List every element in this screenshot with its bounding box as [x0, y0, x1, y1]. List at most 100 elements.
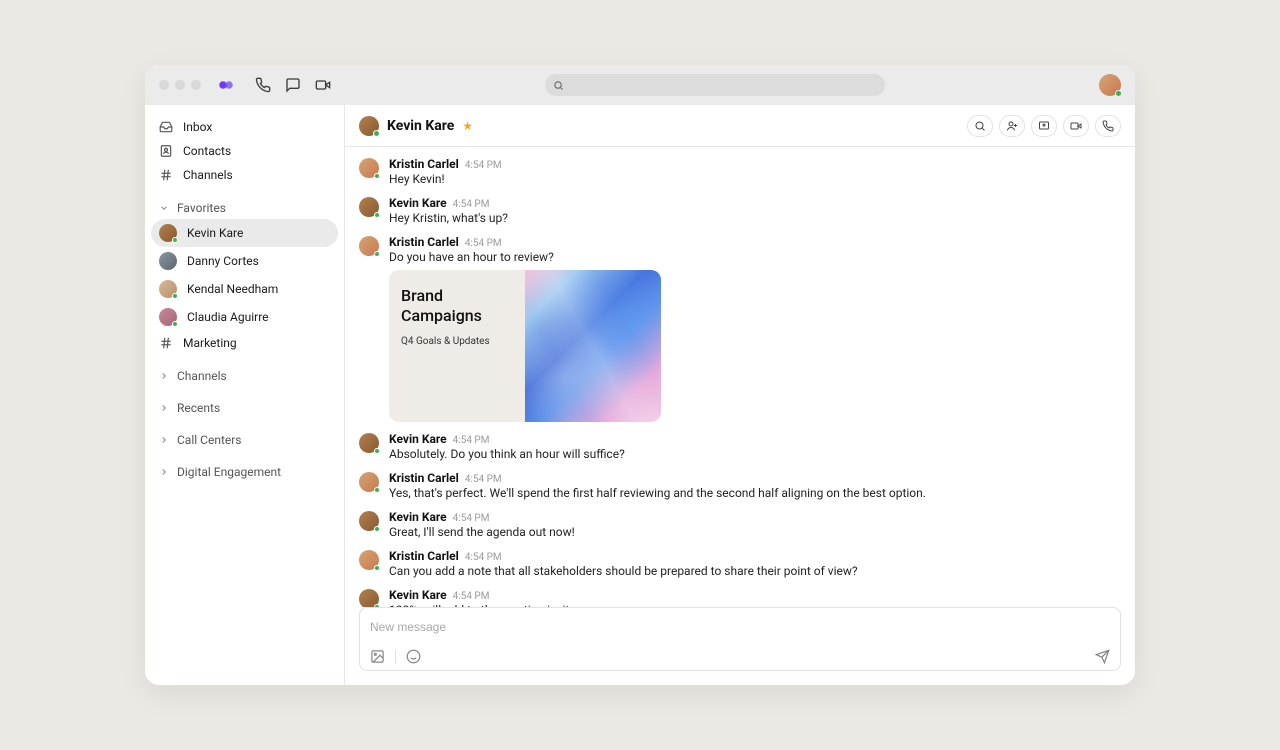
screen-share-button[interactable] [1031, 115, 1057, 137]
sidebar-nav-contacts[interactable]: Contacts [145, 139, 344, 163]
minimize-window[interactable] [175, 80, 185, 90]
message-time: 4:54 PM [465, 474, 502, 485]
voice-call-button[interactable] [1095, 115, 1121, 137]
phone-icon[interactable] [255, 77, 271, 93]
message-body: Kristin Carlel 4:54 PM Can you add a not… [389, 549, 1121, 578]
chevron-right-icon [159, 371, 169, 381]
message-list[interactable]: Kristin Carlel 4:54 PM Hey Kevin! Kevin … [345, 147, 1135, 607]
chat-header: Kevin Kare ★ [345, 105, 1135, 147]
message-header: Kevin Kare 4:54 PM [389, 196, 1121, 210]
avatar [359, 236, 379, 256]
sidebar-section[interactable]: Call Centers [145, 425, 344, 451]
message-author: Kristin Carlel [389, 471, 459, 485]
main-panel: Kevin Kare ★ Kristin Carlel 4:54 PM Hey … [345, 105, 1135, 685]
sidebar-section[interactable]: Digital Engagement [145, 457, 344, 483]
chat-header-actions [967, 115, 1121, 137]
presence-dot-icon [373, 130, 380, 137]
hash-icon [159, 336, 173, 350]
search-input[interactable] [545, 74, 885, 96]
message-time: 4:54 PM [465, 160, 502, 171]
video-call-button[interactable] [1063, 115, 1089, 137]
message-text: Can you add a note that all stakeholders… [389, 564, 1121, 578]
presence-dot-icon [374, 526, 380, 532]
chevron-right-icon [159, 403, 169, 413]
avatar [159, 224, 177, 242]
message-time: 4:54 PM [453, 199, 490, 210]
avatar [359, 550, 379, 570]
section-label: Channels [177, 369, 227, 383]
composer-input[interactable] [370, 620, 1110, 634]
message-body: Kristin Carlel 4:54 PM Yes, that's perfe… [389, 471, 1121, 500]
message: Kristin Carlel 4:54 PM Hey Kevin! [359, 157, 1121, 186]
card-content: Brand Campaigns Q4 Goals & Updates [389, 270, 525, 422]
presence-dot-icon [374, 212, 380, 218]
sidebar: Inbox Contacts Channels Favorites Kevin … [145, 105, 345, 685]
toolbar-icons [255, 77, 331, 93]
sidebar-section[interactable]: Recents [145, 393, 344, 419]
avatar [159, 280, 177, 298]
image-icon[interactable] [370, 649, 385, 664]
search-icon [553, 80, 564, 91]
sidebar-nav-label: Channels [183, 168, 233, 182]
message-text: Do you have an hour to review? [389, 250, 1121, 264]
message-body: Kevin Kare 4:54 PM 100%, will add to the… [389, 588, 1121, 607]
sidebar-nav-inbox[interactable]: Inbox [145, 115, 344, 139]
card-title: Brand Campaigns [401, 286, 513, 326]
message-header: Kristin Carlel 4:54 PM [389, 235, 1121, 249]
avatar [359, 433, 379, 453]
sidebar-section[interactable]: Channels [145, 361, 344, 387]
presence-dot-icon [172, 237, 178, 243]
star-icon[interactable]: ★ [462, 119, 473, 133]
close-window[interactable] [159, 80, 169, 90]
message-author: Kristin Carlel [389, 235, 459, 249]
section-label: Favorites [177, 201, 226, 215]
sidebar-item-label: Kevin Kare [187, 226, 243, 240]
chat-search-button[interactable] [967, 115, 993, 137]
message-time: 4:54 PM [453, 435, 490, 446]
message-time: 4:54 PM [453, 591, 490, 602]
avatar [359, 197, 379, 217]
message-text: Hey Kevin! [389, 172, 1121, 186]
add-person-button[interactable] [999, 115, 1025, 137]
message-header: Kristin Carlel 4:54 PM [389, 157, 1121, 171]
presence-dot-icon [374, 487, 380, 493]
presence-dot-icon [1115, 90, 1122, 97]
app-body: Inbox Contacts Channels Favorites Kevin … [145, 105, 1135, 685]
sidebar-nav-channels[interactable]: Channels [145, 163, 344, 187]
profile-avatar[interactable] [1099, 74, 1121, 96]
presence-dot-icon [374, 173, 380, 179]
chat-icon[interactable] [285, 77, 301, 93]
app-window: Inbox Contacts Channels Favorites Kevin … [145, 65, 1135, 685]
avatar [359, 472, 379, 492]
sidebar-favorite-item[interactable]: Kendal Needham [145, 275, 344, 303]
message-body: Kristin Carlel 4:54 PM Hey Kevin! [389, 157, 1121, 186]
sidebar-favorite-item[interactable]: Danny Cortes [145, 247, 344, 275]
send-icon[interactable] [1095, 649, 1110, 664]
section-label: Digital Engagement [177, 465, 281, 479]
presence-dot-icon [172, 321, 178, 327]
message-composer [359, 607, 1121, 671]
sidebar-favorite-item[interactable]: Claudia Aguirre [145, 303, 344, 331]
avatar [359, 158, 379, 178]
section-label: Call Centers [177, 433, 242, 447]
message-header: Kristin Carlel 4:54 PM [389, 549, 1121, 563]
sidebar-nav-label: Inbox [183, 120, 212, 134]
sidebar-favorite-item[interactable]: Kevin Kare [151, 219, 338, 247]
message-header: Kevin Kare 4:54 PM [389, 432, 1121, 446]
emoji-icon[interactable] [406, 649, 421, 664]
message: Kristin Carlel 4:54 PM Can you add a not… [359, 549, 1121, 578]
video-icon[interactable] [315, 77, 331, 93]
inbox-icon [159, 120, 173, 134]
maximize-window[interactable] [191, 80, 201, 90]
sidebar-item-label: Danny Cortes [187, 254, 259, 268]
avatar [359, 589, 379, 607]
avatar [159, 308, 177, 326]
attachment-card[interactable]: Brand Campaigns Q4 Goals & Updates [389, 270, 661, 422]
message-header: Kristin Carlel 4:54 PM [389, 471, 1121, 485]
sidebar-favorite-item[interactable]: Marketing [145, 331, 344, 355]
presence-dot-icon [374, 251, 380, 257]
hash-icon [159, 168, 173, 182]
section-label: Recents [177, 401, 220, 415]
card-image [525, 270, 661, 422]
sidebar-section-favorites[interactable]: Favorites [145, 193, 344, 219]
